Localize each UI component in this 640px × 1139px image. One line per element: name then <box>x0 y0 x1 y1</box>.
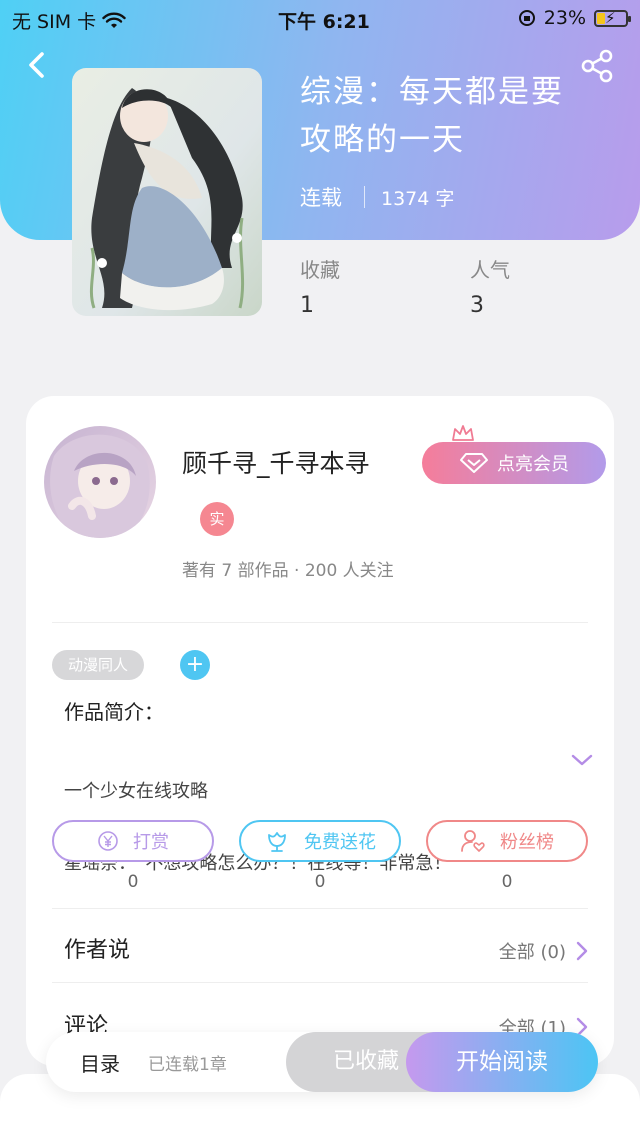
details-card: 顾千寻_千寻本寻 实 著有 7 部作品 · 200 人关注 点亮会员 动漫同人 … <box>26 396 614 1066</box>
start-reading-button[interactable]: 开始阅读 <box>406 1032 598 1092</box>
tip-button-label: 打赏 <box>133 832 169 853</box>
stat-favorites-label: 收藏 <box>300 258 340 282</box>
fan-icon <box>461 830 485 852</box>
stat-favorites-value: 1 <box>300 293 314 318</box>
word-count: 1374 字 <box>381 187 455 210</box>
book-title-line2: 攻略的一天 <box>300 122 465 158</box>
vip-button[interactable]: 点亮会员 <box>422 442 606 484</box>
add-tag-button[interactable]: + <box>180 650 210 680</box>
author-avatar[interactable] <box>44 426 156 538</box>
status-right: 23% ⚡ <box>518 7 631 29</box>
tag-item[interactable]: 动漫同人 <box>52 650 145 680</box>
author-avatar-image <box>44 426 156 538</box>
chapter-count: 已连载1章 <box>148 1055 227 1075</box>
meta-divider <box>364 186 365 208</box>
fan-ranking-button[interactable]: 粉丝榜 <box>426 820 588 862</box>
back-icon[interactable] <box>22 48 52 82</box>
verified-badge: 实 <box>200 502 234 536</box>
stat-popularity-value: 3 <box>470 293 484 318</box>
status-bar: 无 SIM 卡 下午 6:21 23% ⚡ <box>0 0 640 36</box>
status-time: 下午 6:21 <box>278 11 370 33</box>
diamond-icon <box>460 453 488 473</box>
flower-icon <box>268 832 286 852</box>
book-title-line1: 综漫：每天都是要 <box>300 74 564 110</box>
carrier-label: 无 SIM 卡 <box>12 11 97 33</box>
chevron-down-icon[interactable] <box>570 752 594 768</box>
yen-icon <box>98 831 118 851</box>
stat-popularity-label: 人气 <box>470 258 510 282</box>
wifi-icon <box>102 12 126 28</box>
toc-button[interactable]: 目录 <box>80 1048 120 1077</box>
tip-button[interactable]: 打赏 <box>52 820 214 862</box>
divider <box>52 908 588 909</box>
intro-line1: 一个少女在线攻略 <box>64 781 208 802</box>
divider <box>52 982 588 983</box>
divider <box>52 622 588 623</box>
orientation-lock-icon <box>518 10 535 26</box>
crown-icon <box>452 425 474 441</box>
author-says-title: 作者说 <box>64 938 131 963</box>
flower-count: 0 <box>314 872 326 892</box>
fan-ranking-label: 粉丝榜 <box>500 832 554 853</box>
stat-popularity: 人气 3 <box>470 254 510 318</box>
battery-percent: 23% <box>543 7 586 29</box>
send-flower-label: 免费送花 <box>304 832 376 853</box>
author-says-all-link[interactable]: 全部 (0) <box>499 938 588 964</box>
tip-count: 0 <box>127 872 139 892</box>
battery-icon: ⚡ <box>594 9 631 27</box>
author-says-all-label: 全部 (0) <box>498 942 566 963</box>
fan-count: 0 <box>501 872 513 892</box>
book-meta: 连载 1374 字 <box>300 182 454 212</box>
carrier-group: 无 SIM 卡 <box>12 7 126 34</box>
intro-title: 作品简介： <box>64 700 164 724</box>
book-cover[interactable] <box>72 68 262 316</box>
chevron-right-icon <box>576 941 588 961</box>
stat-favorites: 收藏 1 <box>300 254 340 318</box>
bottom-action-bar: 目录 已连载1章 已收藏 开始阅读 <box>46 1032 598 1092</box>
book-cover-illustration <box>72 68 262 316</box>
send-flower-button[interactable]: 免费送花 <box>239 820 401 862</box>
vip-button-label: 点亮会员 <box>497 454 569 475</box>
book-status: 连载 <box>300 186 342 210</box>
author-name[interactable]: 顾千寻_千寻本寻 <box>182 444 370 480</box>
author-stats: 著有 7 部作品 · 200 人关注 <box>182 561 394 581</box>
book-title: 综漫：每天都是要 攻略的一天 <box>300 68 600 164</box>
